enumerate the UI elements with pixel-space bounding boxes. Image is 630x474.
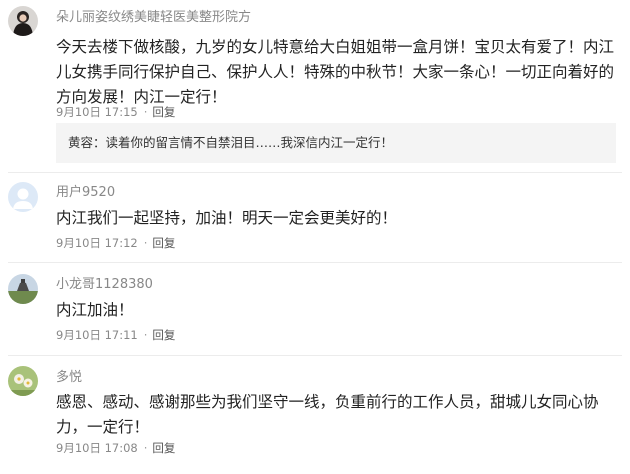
reply-button[interactable]: 回复	[152, 328, 175, 342]
divider	[8, 262, 622, 263]
comment-date: 9月10日	[56, 441, 101, 455]
user-avatar-icon[interactable]	[8, 182, 38, 212]
user-avatar-icon[interactable]	[8, 274, 38, 304]
comment-time: 17:08	[104, 441, 138, 455]
comment-username[interactable]: 朵儿丽姿纹绣美睫轻医美整形院方	[56, 9, 251, 27]
reply-text: 读着你的留言情不自禁泪目……我深信内江一定行！	[105, 135, 394, 150]
comment-username[interactable]: 小龙哥1128380	[56, 276, 153, 294]
separator-dot: ·	[143, 328, 148, 342]
comment-text: 感恩、感动、感谢那些为我们坚守一线，负重前行的工作人员，甜城儿女同心协力，一定行…	[56, 393, 599, 436]
reply-box: 黄容：读着你的留言情不自禁泪目……我深信内江一定行！	[56, 123, 616, 163]
comment-meta: 9月10日 17:12 · 回复	[56, 235, 175, 251]
comment-time: 17:11	[104, 328, 138, 342]
comment-text: 内江我们一起坚持，加油！明天一定会更美好的！	[56, 209, 398, 227]
divider	[8, 172, 622, 173]
separator-dot: ·	[143, 236, 148, 250]
comment-text: 今天去楼下做核酸，九岁的女儿特意给大白姐姐带一盒月饼！宝贝太有爱了！内江儿女携手…	[56, 38, 615, 106]
comment-meta: 9月10日 17:11 · 回复	[56, 327, 175, 343]
comment-time: 17:12	[104, 236, 138, 250]
comment-date: 9月10日	[56, 236, 101, 250]
reply-button[interactable]: 回复	[152, 441, 175, 455]
comment-text: 内江加油！	[56, 301, 134, 319]
comment-meta: 9月10日 17:08 · 回复	[56, 440, 175, 456]
divider	[8, 355, 622, 356]
comment-time: 17:15	[104, 105, 138, 119]
reply-author[interactable]: 黄容：	[68, 135, 106, 150]
comment-username[interactable]: 用户9520	[56, 184, 115, 202]
user-avatar-icon[interactable]	[8, 6, 38, 36]
separator-dot: ·	[143, 105, 148, 119]
separator-dot: ·	[143, 441, 148, 455]
comment-meta: 9月10日 17:15 · 回复	[56, 104, 175, 120]
user-avatar-icon[interactable]	[8, 366, 38, 396]
comment-date: 9月10日	[56, 105, 101, 119]
comment-date: 9月10日	[56, 328, 101, 342]
reply-button[interactable]: 回复	[152, 236, 175, 250]
reply-button[interactable]: 回复	[152, 105, 175, 119]
comment-username[interactable]: 多悦	[56, 369, 82, 387]
